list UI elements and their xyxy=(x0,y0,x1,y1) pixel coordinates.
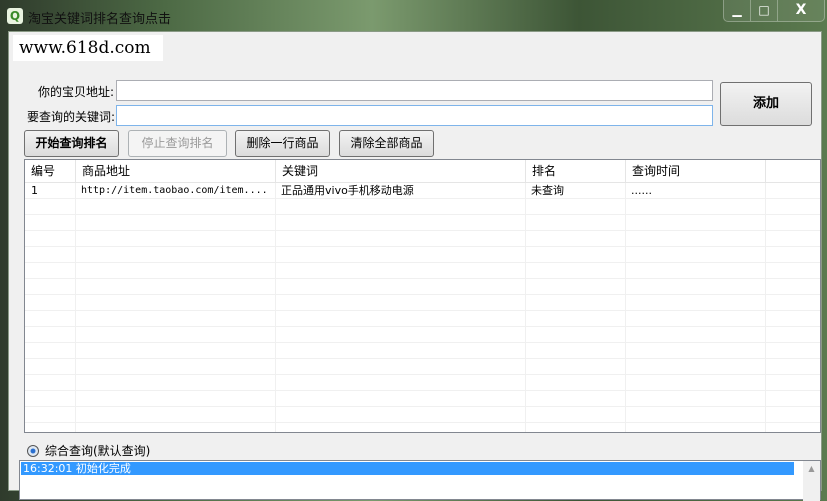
empty-row xyxy=(25,327,820,343)
empty-row xyxy=(25,391,820,407)
column-header-id[interactable]: 编号 xyxy=(25,160,76,183)
empty-row xyxy=(25,343,820,359)
cell-time: ...... xyxy=(631,184,652,197)
empty-row xyxy=(25,311,820,327)
keyword-label: 要查询的关键词: xyxy=(26,110,115,124)
column-header-keyword[interactable]: 关键词 xyxy=(276,160,526,183)
keyword-input[interactable] xyxy=(116,105,713,126)
log-scrollbar[interactable]: ▲ xyxy=(803,461,820,501)
combined-query-radio[interactable]: 综合查询(默认查询) xyxy=(27,442,150,459)
url-input[interactable] xyxy=(116,80,713,101)
empty-row xyxy=(25,231,820,247)
empty-row xyxy=(25,215,820,231)
empty-row xyxy=(25,263,820,279)
column-header-url[interactable]: 商品地址 xyxy=(76,160,276,183)
minimize-button[interactable]: ▁ xyxy=(724,0,751,21)
cell-keyword: 正品通用vivo手机移动电源 xyxy=(281,184,414,197)
stop-query-button[interactable]: 停止查询排名 xyxy=(128,130,227,157)
cell-id: 1 xyxy=(31,184,38,197)
site-logo: www.618d.com xyxy=(13,35,163,61)
add-button[interactable]: 添加 xyxy=(720,82,812,126)
cell-rank: 未查询 xyxy=(531,184,564,197)
maximize-button[interactable]: □ xyxy=(751,0,778,21)
empty-row xyxy=(25,359,820,375)
empty-row xyxy=(25,423,820,432)
delete-row-button[interactable]: 删除一行商品 xyxy=(235,130,330,157)
column-header-rank[interactable]: 排名 xyxy=(526,160,626,183)
empty-row xyxy=(25,247,820,263)
main-panel: www.618d.com 你的宝贝地址: 要查询的关键词: 添加 开始查询排名 … xyxy=(8,31,822,501)
radio-checked-icon[interactable] xyxy=(27,444,39,457)
empty-row xyxy=(25,279,820,295)
title-bar: Q 淘宝关键词排名查询点击 ▁ □ X xyxy=(0,0,827,31)
magnifier-icon: Q xyxy=(7,8,23,24)
start-query-button[interactable]: 开始查询排名 xyxy=(24,130,119,157)
clear-all-button[interactable]: 清除全部商品 xyxy=(339,130,434,157)
close-button[interactable]: X xyxy=(778,0,824,21)
log-list[interactable]: 16:32:01 初始化完成 ▲ xyxy=(19,460,821,501)
window-title: 淘宝关键词排名查询点击 xyxy=(28,12,172,27)
empty-row xyxy=(25,295,820,311)
empty-row xyxy=(25,407,820,423)
empty-row xyxy=(25,199,820,215)
url-label: 你的宝贝地址: xyxy=(37,85,114,99)
log-line[interactable]: 16:32:01 初始化完成 xyxy=(21,462,794,475)
product-table: 编号 商品地址 关键词 排名 查询时间 1 http://item.taobao… xyxy=(24,159,821,433)
column-header-filler xyxy=(766,160,820,183)
window-controls: ▁ □ X xyxy=(723,0,825,22)
radio-label: 综合查询(默认查询) xyxy=(45,444,151,458)
scroll-up-icon[interactable]: ▲ xyxy=(808,464,814,473)
cell-url: http://item.taobao.com/item.... xyxy=(81,185,268,196)
table-row[interactable]: 1 http://item.taobao.com/item.... 正品通用vi… xyxy=(25,183,820,199)
empty-row xyxy=(25,375,820,391)
column-header-time[interactable]: 查询时间 xyxy=(626,160,766,183)
